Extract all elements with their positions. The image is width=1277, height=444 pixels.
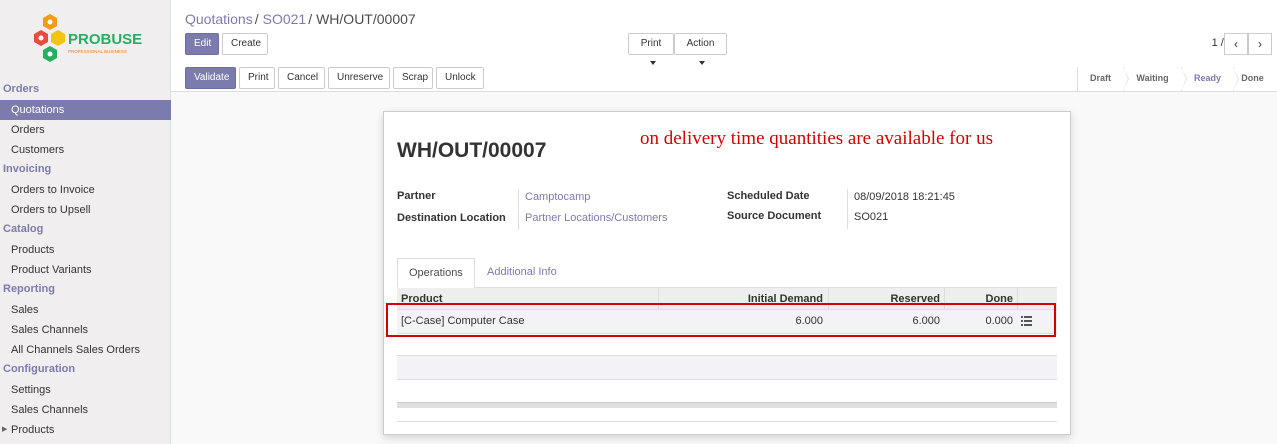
scheduled-date-value: 08/09/2018 18:21:45 bbox=[847, 189, 955, 209]
probuse-logo: PROBUSE PROFESSIONAL BUSINESS bbox=[30, 12, 142, 68]
partner-label: Partner bbox=[397, 190, 436, 202]
main-content: Quotations / SO021/WH/OUT/00007 Edit Creat… bbox=[171, 0, 1277, 444]
chevron-right-icon: › bbox=[1258, 37, 1262, 51]
sidebar-section-invoicing: Invoicing bbox=[3, 163, 52, 175]
edit-button[interactable]: Edit bbox=[185, 33, 219, 55]
breadcrumb-separator: / bbox=[254, 11, 259, 27]
sidebar-item-sales-channels[interactable]: Sales Channels bbox=[0, 320, 171, 340]
sidebar-item-label: All Channels Sales Orders bbox=[11, 344, 141, 356]
breadcrumb-quotations[interactable]: Quotations bbox=[185, 11, 253, 27]
unreserve-button[interactable]: Unreserve bbox=[328, 67, 390, 89]
breadcrumb-separator: / bbox=[308, 11, 313, 27]
destination-location-label: Destination Location bbox=[397, 212, 506, 224]
scrap-button[interactable]: Scrap bbox=[393, 67, 433, 89]
sidebar-item-orders-to-invoice[interactable]: Orders to Invoice bbox=[0, 180, 171, 200]
table-footer-bar bbox=[397, 402, 1057, 408]
control-panel: Quotations / SO021/WH/OUT/00007 Edit Creat… bbox=[171, 0, 1277, 92]
sidebar-item-label: Orders bbox=[11, 124, 45, 136]
source-document-value: SO021 bbox=[847, 209, 888, 229]
status-stage-label: Waiting bbox=[1136, 73, 1169, 83]
source-document-label: Source Document bbox=[727, 210, 822, 222]
stage-arrow-icon bbox=[1233, 67, 1238, 91]
form-action-row: Validate Print Cancel Unreserve Scrap Un… bbox=[171, 67, 1277, 91]
status-stage-label: Done bbox=[1241, 73, 1264, 83]
sidebar-menu: Orders Quotations Orders Customers Invoicing… bbox=[0, 80, 171, 440]
sidebar-item-label: Product Variants bbox=[11, 264, 92, 276]
pager-next-button[interactable]: › bbox=[1248, 33, 1272, 55]
notebook-tabs: Operations Additional Info bbox=[397, 258, 1057, 288]
chevron-left-icon: ‹ bbox=[1234, 37, 1238, 51]
create-button[interactable]: Create bbox=[222, 33, 268, 55]
sidebar-item-label: Customers bbox=[11, 144, 65, 156]
validate-button[interactable]: Validate bbox=[185, 67, 236, 89]
sidebar-item-sales-channels[interactable]: Sales Channels bbox=[0, 400, 171, 420]
destination-location-value[interactable]: Partner Locations/Customers bbox=[518, 210, 667, 230]
print-dropdown[interactable]: Print bbox=[628, 33, 674, 66]
print-button[interactable]: Print bbox=[239, 67, 275, 89]
svg-text:PROFESSIONAL BUSINESS: PROFESSIONAL BUSINESS bbox=[68, 49, 127, 54]
action-dropdown[interactable]: Action bbox=[674, 33, 727, 66]
annotation-text: on delivery time quantities are availabl… bbox=[640, 128, 993, 149]
status-stage-draft[interactable]: Draft bbox=[1077, 67, 1129, 91]
sidebar-item-label: Products bbox=[11, 424, 55, 436]
sidebar-section-catalog: Catalog bbox=[3, 223, 44, 235]
sidebar-item-label: Sales Channels bbox=[11, 404, 89, 416]
stage-arrow-icon bbox=[1181, 67, 1186, 91]
sidebar-item-products[interactable]: Products bbox=[0, 240, 171, 260]
sidebar-item-sales[interactable]: Sales bbox=[0, 300, 171, 320]
sidebar-item-product-variants[interactable]: Product Variants bbox=[0, 260, 171, 280]
unlock-button[interactable]: Unlock bbox=[436, 67, 484, 89]
empty-table-row bbox=[397, 356, 1057, 380]
sidebar-section-orders: Orders bbox=[3, 83, 40, 95]
sidebar-section-reporting: Reporting bbox=[3, 283, 55, 295]
sidebar-section-configuration: Configuration bbox=[3, 363, 76, 375]
cancel-button[interactable]: Cancel bbox=[278, 67, 325, 89]
chevron-down-icon bbox=[649, 61, 656, 66]
record-title: WH/OUT/00007 bbox=[397, 139, 547, 162]
status-stage-label: Ready bbox=[1193, 73, 1221, 83]
action-dropdown-label: Action bbox=[686, 38, 715, 49]
sidebar-item-label: Products bbox=[11, 244, 55, 256]
sidebar-item-label: Sales bbox=[11, 304, 39, 316]
sidebar-item-label: Sales Channels bbox=[11, 324, 89, 336]
sidebar-item-orders-to-upsell[interactable]: Orders to Upsell bbox=[0, 200, 171, 220]
sidebar-item-products[interactable]: ▶ Products bbox=[0, 420, 171, 440]
sidebar-item-label: Orders to Upsell bbox=[11, 204, 91, 216]
sidebar-item-label: Orders to Invoice bbox=[11, 184, 95, 196]
sidebar-item-label: Quotations bbox=[11, 104, 65, 116]
sidebar-item-label: Settings bbox=[11, 384, 51, 396]
table-bottom-divider bbox=[397, 421, 1057, 422]
svg-text:PROBUSE: PROBUSE bbox=[68, 31, 142, 48]
expand-caret-icon: ▶ bbox=[2, 426, 8, 433]
status-stage-label: Draft bbox=[1089, 73, 1111, 83]
breadcrumb-current: WH/OUT/00007 bbox=[316, 11, 416, 27]
sidebar-item-settings[interactable]: Settings bbox=[0, 380, 171, 400]
scheduled-date-label: Scheduled Date bbox=[727, 190, 810, 202]
status-stage-ready[interactable]: Ready bbox=[1181, 67, 1239, 91]
sidebar-item-orders[interactable]: Orders bbox=[0, 120, 171, 140]
breadcrumb: Quotations / SO021/WH/OUT/00007 bbox=[185, 11, 416, 27]
stage-arrow-icon bbox=[1123, 67, 1128, 91]
partner-value[interactable]: Camptocamp bbox=[518, 189, 590, 209]
chevron-down-icon bbox=[699, 61, 705, 66]
breadcrumb-so021[interactable]: SO021 bbox=[263, 11, 307, 27]
tab-additional-info[interactable]: Additional Info bbox=[476, 258, 568, 288]
status-stage-waiting[interactable]: Waiting bbox=[1123, 67, 1187, 91]
sidebar: PROBUSE PROFESSIONAL BUSINESS Orders Quot… bbox=[0, 0, 171, 444]
highlight-box bbox=[386, 303, 1056, 337]
print-dropdown-label: Print bbox=[640, 38, 662, 49]
tab-operations[interactable]: Operations bbox=[397, 258, 475, 288]
sidebar-item-customers[interactable]: Customers bbox=[0, 140, 171, 160]
pager-previous-button[interactable]: ‹ bbox=[1224, 33, 1248, 55]
form-sheet: WH/OUT/00007 on delivery time quantities… bbox=[383, 111, 1071, 435]
sidebar-item-all-channels-sales-orders[interactable]: All Channels Sales Orders bbox=[0, 340, 171, 360]
sidebar-item-quotations[interactable]: Quotations bbox=[0, 100, 171, 120]
